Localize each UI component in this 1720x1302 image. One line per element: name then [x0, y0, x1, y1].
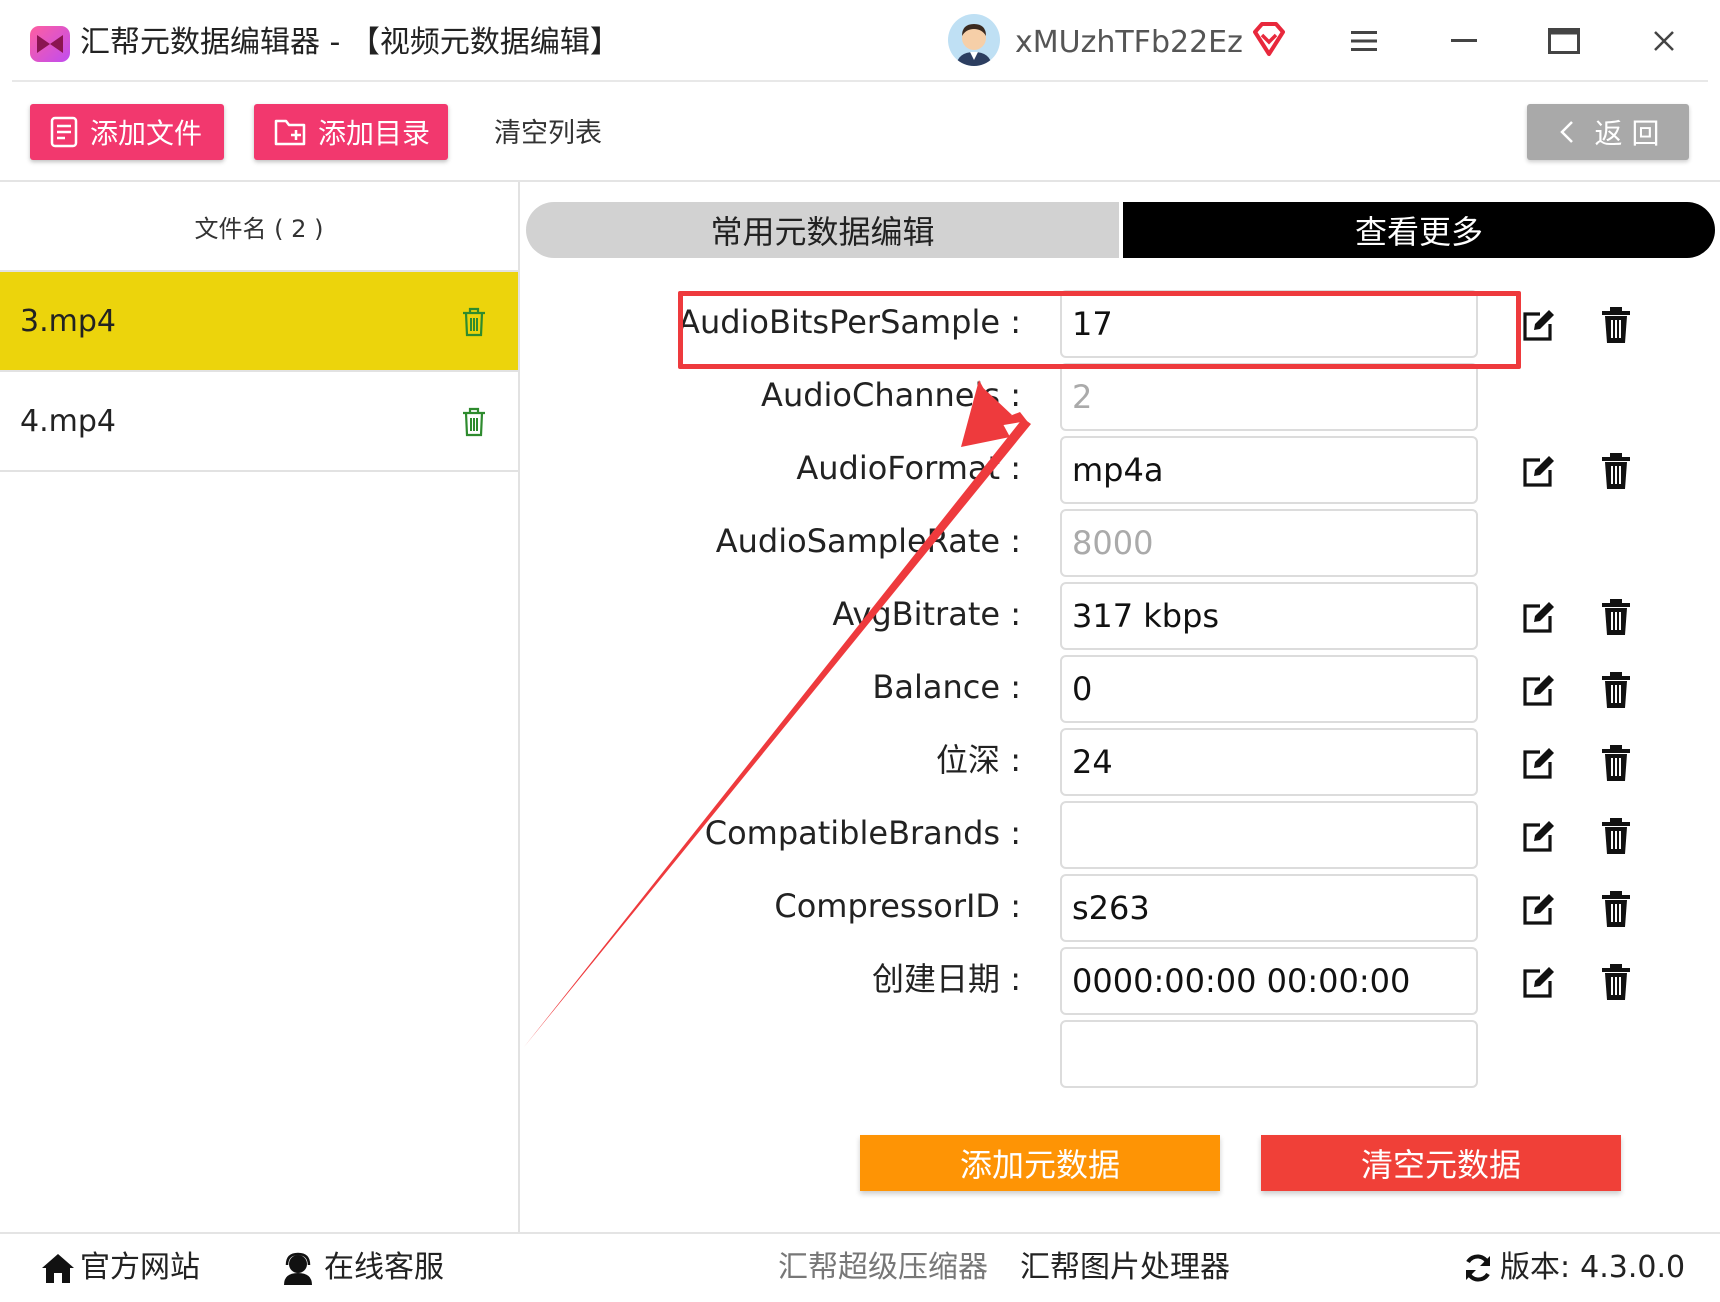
trash-icon[interactable] — [1600, 671, 1632, 709]
username: xMUzhTFb22Ez — [1015, 25, 1243, 60]
field-row: Balance : — [526, 653, 1714, 725]
field-input[interactable] — [1060, 801, 1478, 869]
edit-icon[interactable] — [1520, 452, 1558, 490]
field-input[interactable] — [1060, 290, 1478, 358]
trash-icon[interactable] — [1600, 963, 1632, 1001]
official-website-link[interactable]: 官方网站 — [40, 1246, 200, 1290]
back-button[interactable]: 返 回 — [1527, 104, 1689, 160]
add-file-label: 添加文件 — [90, 117, 203, 150]
trash-icon[interactable] — [1600, 890, 1632, 928]
title-bar: 汇帮元数据编辑器 - 【视频元数据编辑】 xMUzhTFb22Ez — [0, 0, 1720, 82]
footer-bar: 官方网站 在线客服 汇帮超级压缩器 汇帮图片处理器 版本: 4.3.0.0 — [0, 1232, 1720, 1302]
field-label: AudioFormat : — [796, 449, 1021, 487]
field-input — [1060, 509, 1478, 577]
field-label: AvgBitrate : — [832, 595, 1021, 633]
trash-icon[interactable] — [460, 406, 488, 438]
field-row: AudioSampleRate : — [526, 507, 1714, 579]
version-label: 版本: — [1500, 1250, 1571, 1285]
back-label: 返 回 — [1594, 117, 1660, 150]
app-logo-icon — [30, 26, 70, 62]
version-info[interactable]: 版本: 4.3.0.0 — [1462, 1246, 1685, 1290]
add-folder-button[interactable]: 添加目录 — [254, 104, 448, 160]
field-row: AudioFormat : — [526, 434, 1714, 506]
app-title: 汇帮元数据编辑器 - 【视频元数据编辑】 — [80, 25, 620, 60]
edit-icon[interactable] — [1520, 306, 1558, 344]
tab-common-metadata[interactable]: 常用元数据编辑 — [526, 202, 1119, 258]
edit-icon[interactable] — [1520, 671, 1558, 709]
field-row: AudioChannels : — [526, 361, 1714, 433]
clear-metadata-button[interactable]: 清空元数据 — [1261, 1135, 1621, 1191]
vip-diamond-icon[interactable] — [1250, 20, 1288, 58]
clear-list-button[interactable]: 清空列表 — [494, 116, 602, 152]
trash-icon[interactable] — [460, 306, 488, 338]
online-support-link[interactable]: 在线客服 — [280, 1246, 444, 1290]
minimize-icon[interactable] — [1441, 18, 1487, 64]
field-label: AudioBitsPerSample : — [678, 303, 1021, 341]
field-label: CompatibleBrands : — [704, 814, 1021, 852]
field-row: 创建日期 : — [526, 945, 1714, 1017]
edit-icon[interactable] — [1520, 890, 1558, 928]
trash-icon[interactable] — [1600, 452, 1632, 490]
field-input[interactable] — [1060, 728, 1478, 796]
version-number: 4.3.0.0 — [1580, 1250, 1686, 1285]
field-input[interactable] — [1060, 582, 1478, 650]
field-row-partial — [526, 1018, 1714, 1090]
edit-icon[interactable] — [1520, 963, 1558, 1001]
field-label: Balance : — [872, 668, 1021, 706]
maximize-icon[interactable] — [1541, 18, 1587, 64]
file-list-header: 文件名 ( 2 ) — [0, 182, 518, 272]
edit-icon[interactable] — [1520, 817, 1558, 855]
trash-icon[interactable] — [1600, 744, 1632, 782]
close-icon[interactable] — [1641, 18, 1687, 64]
edit-icon[interactable] — [1520, 598, 1558, 636]
file-name: 3.mp4 — [20, 303, 116, 339]
user-avatar[interactable] — [948, 14, 1000, 66]
edit-icon[interactable] — [1520, 744, 1558, 782]
home-icon — [42, 1254, 74, 1283]
file-name: 4.mp4 — [20, 403, 116, 439]
chevron-left-icon — [1559, 121, 1573, 143]
field-row: CompatibleBrands : — [526, 799, 1714, 871]
trash-icon[interactable] — [1600, 306, 1632, 344]
menu-icon[interactable] — [1341, 18, 1387, 64]
field-input[interactable] — [1060, 874, 1478, 942]
trash-icon[interactable] — [1600, 598, 1632, 636]
field-row: 位深 : — [526, 726, 1714, 798]
field-label: 位深 : — [936, 741, 1021, 779]
field-input[interactable] — [1060, 655, 1478, 723]
folder-add-icon — [274, 119, 306, 146]
tab-view-more[interactable]: 查看更多 — [1123, 202, 1715, 258]
field-input[interactable] — [1060, 947, 1478, 1015]
headset-icon — [284, 1252, 312, 1285]
field-label: CompressorID : — [774, 887, 1021, 925]
file-item[interactable]: 4.mp4 — [0, 372, 518, 472]
trash-icon[interactable] — [1600, 817, 1632, 855]
metadata-fields: AudioBitsPerSample : AudioChannels : Aud… — [526, 288, 1714, 1103]
field-label: AudioSampleRate : — [715, 522, 1021, 560]
website-label: 官方网站 — [80, 1250, 200, 1285]
field-row: AvgBitrate : — [526, 580, 1714, 652]
add-metadata-button[interactable]: 添加元数据 — [860, 1135, 1220, 1191]
add-file-button[interactable]: 添加文件 — [30, 104, 224, 160]
field-input — [1060, 363, 1478, 431]
field-row: AudioBitsPerSample : — [526, 288, 1714, 360]
field-label: AudioChannels : — [761, 376, 1021, 414]
refresh-icon — [1466, 1254, 1490, 1282]
image-tool-link[interactable]: 汇帮图片处理器 — [1020, 1246, 1230, 1290]
file-list-panel: 文件名 ( 2 ) 3.mp4 4.mp4 — [0, 182, 520, 1232]
field-row: CompressorID : — [526, 872, 1714, 944]
file-item[interactable]: 3.mp4 — [0, 272, 518, 372]
field-label: 创建日期 : — [872, 960, 1021, 998]
metadata-tabs: 常用元数据编辑 查看更多 — [526, 202, 1715, 258]
support-label: 在线客服 — [324, 1250, 444, 1285]
field-input-partial[interactable] — [1060, 1020, 1478, 1088]
add-folder-label: 添加目录 — [318, 117, 431, 150]
field-input[interactable] — [1060, 436, 1478, 504]
toolbar: 添加文件 添加目录 清空列表 返 回 — [0, 82, 1720, 182]
file-list-icon — [50, 116, 78, 148]
compressor-link[interactable]: 汇帮超级压缩器 — [778, 1246, 988, 1290]
